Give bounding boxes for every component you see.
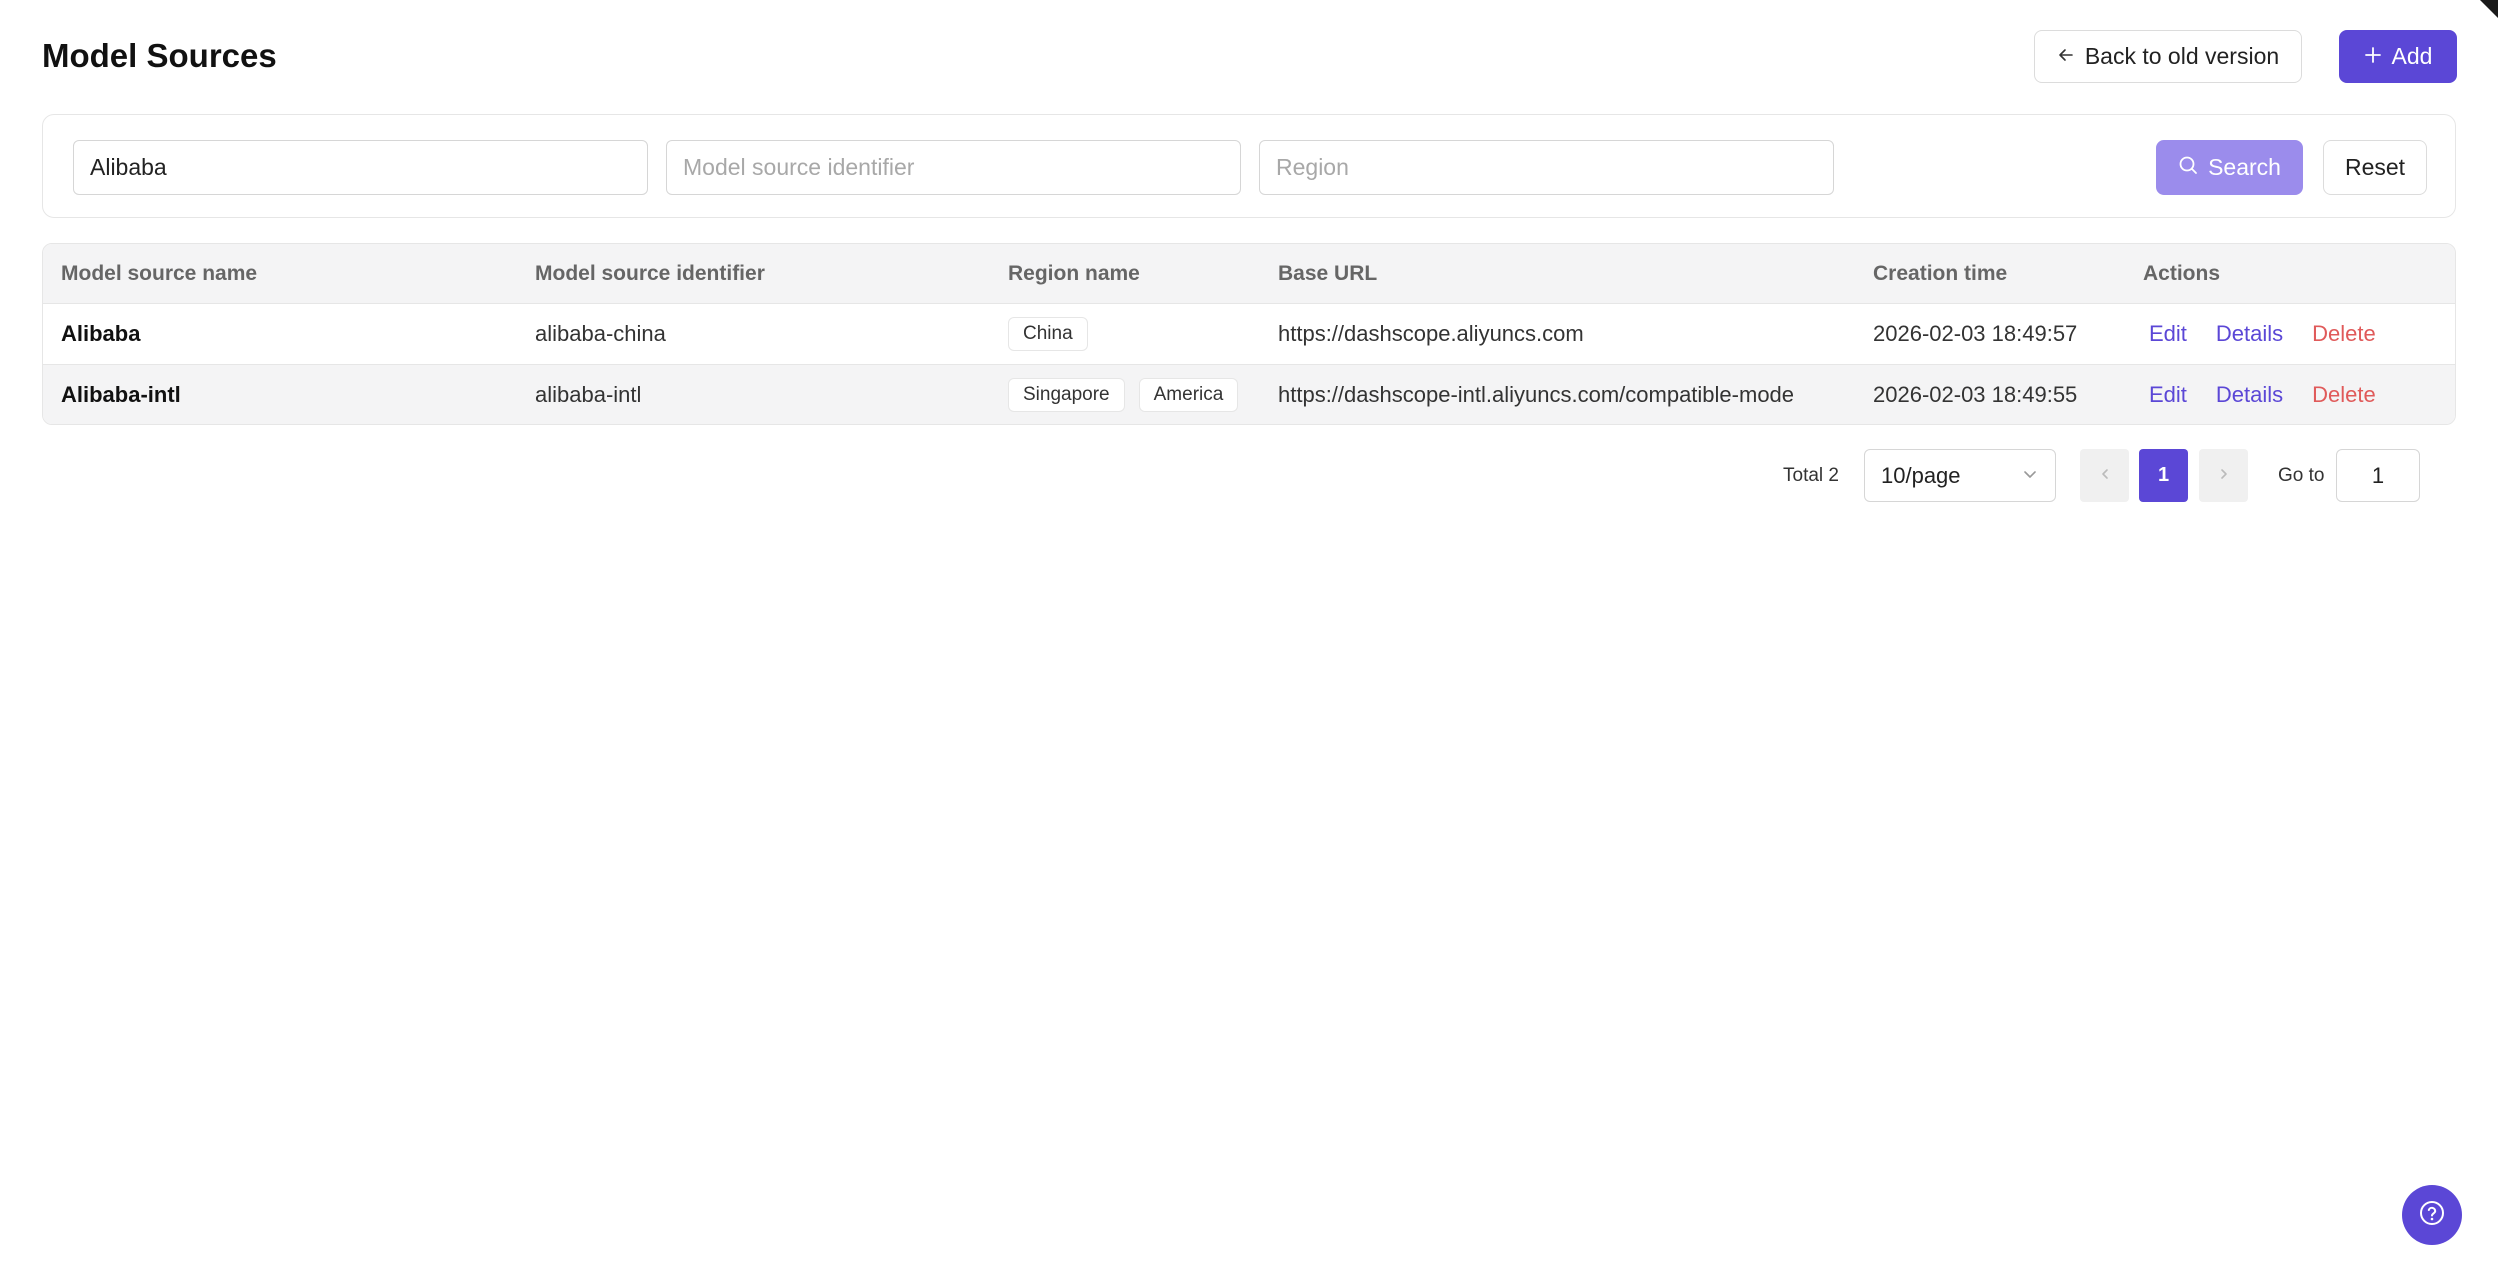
- chevron-right-icon: [2217, 464, 2231, 487]
- add-button-label: Add: [2391, 43, 2433, 69]
- search-button[interactable]: Search: [2156, 140, 2303, 195]
- help-circle-icon: [2418, 1199, 2446, 1232]
- column-header: Creation time: [1873, 261, 2008, 285]
- column-header: Region name: [1008, 261, 1140, 285]
- base-url: https://dashscope-intl.aliyuncs.com/comp…: [1278, 382, 1795, 407]
- back-button-label: Back to old version: [2084, 43, 2280, 69]
- reset-button[interactable]: Reset: [2323, 140, 2427, 195]
- model-source-name: Alibaba-intl: [61, 382, 181, 407]
- goto-label: Go to: [2278, 464, 2325, 486]
- model-source-identifier: alibaba-intl: [535, 382, 642, 407]
- creation-time: 2026-02-03 18:49:57: [1873, 321, 2078, 346]
- row-actions: Edit Details Delete: [2143, 304, 2399, 364]
- back-to-old-version-button[interactable]: Back to old version: [2034, 30, 2302, 83]
- table-row: Alibaba-intl alibaba-intl Singapore Amer…: [43, 365, 2455, 424]
- chevron-left-icon: [2098, 464, 2112, 487]
- region-tag: Singapore: [1008, 378, 1125, 412]
- page-number-button[interactable]: 1: [2139, 449, 2188, 502]
- add-button[interactable]: Add: [2339, 30, 2457, 83]
- search-icon: [2178, 154, 2198, 181]
- total-count: Total 2: [1783, 464, 1839, 486]
- search-button-label: Search: [2208, 154, 2281, 180]
- goto-page-input[interactable]: [2336, 449, 2420, 502]
- region-tag: China: [1008, 317, 1088, 351]
- delete-link[interactable]: Delete: [2312, 382, 2376, 408]
- edit-link[interactable]: Edit: [2149, 382, 2187, 408]
- model-source-name-input[interactable]: [73, 140, 648, 195]
- page-title: Model Sources: [42, 37, 277, 74]
- column-header: Actions: [2143, 261, 2221, 285]
- model-source-identifier: alibaba-china: [535, 321, 666, 346]
- help-button[interactable]: [2402, 1185, 2462, 1245]
- column-header: Base URL: [1278, 261, 1378, 285]
- model-source-name: Alibaba: [61, 321, 141, 346]
- region-tags: Singapore America: [1008, 365, 1252, 424]
- table-row: Alibaba alibaba-china China https://dash…: [43, 304, 2455, 365]
- chevron-down-icon: [2021, 463, 2039, 489]
- edit-link[interactable]: Edit: [2149, 321, 2187, 347]
- next-page-button[interactable]: [2199, 449, 2248, 502]
- region-input[interactable]: [1259, 140, 1834, 195]
- column-header: Model source identifier: [535, 261, 765, 285]
- base-url: https://dashscope.aliyuncs.com: [1278, 321, 1584, 346]
- details-link[interactable]: Details: [2216, 382, 2283, 408]
- window-corner: [2480, 0, 2498, 18]
- page-size-select[interactable]: 10/page: [1864, 449, 2056, 502]
- filter-panel: Search Reset: [42, 114, 2456, 218]
- delete-link[interactable]: Delete: [2312, 321, 2376, 347]
- row-actions: Edit Details Delete: [2143, 365, 2399, 424]
- model-sources-table: Model source name Model source identifie…: [42, 243, 2456, 425]
- details-link[interactable]: Details: [2216, 321, 2283, 347]
- column-header: Model source name: [61, 261, 258, 285]
- arrow-left-icon: [2057, 43, 2075, 70]
- region-tag: America: [1138, 378, 1239, 412]
- prev-page-button[interactable]: [2080, 449, 2129, 502]
- creation-time: 2026-02-03 18:49:55: [1873, 382, 2078, 407]
- table-header: Model source name Model source identifie…: [43, 244, 2455, 304]
- plus-icon: [2364, 43, 2382, 70]
- model-source-identifier-input[interactable]: [666, 140, 1241, 195]
- page-size-value: 10/page: [1881, 462, 1961, 488]
- region-tags: China: [1008, 304, 1102, 364]
